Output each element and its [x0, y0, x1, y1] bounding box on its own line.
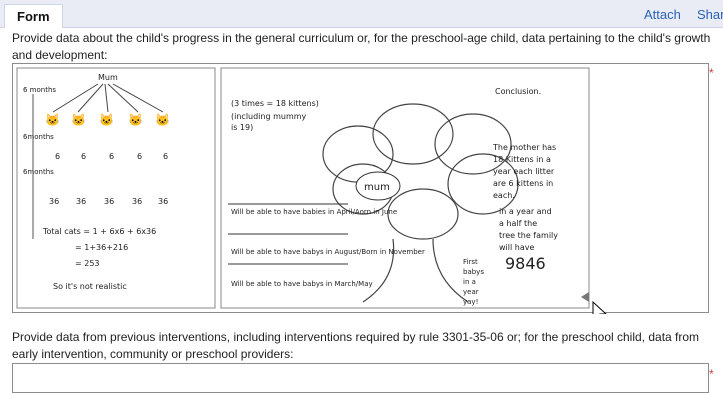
total-family-count: 9846 [505, 254, 546, 273]
share-link[interactable]: Shar [697, 7, 723, 22]
student-work-image: Mum 6 months 6months 6months 🐱 🐱 🐱 🐱 🐱 6 6 6 6… [16, 67, 608, 325]
svg-text:🐱: 🐱 [155, 113, 170, 127]
svg-text:tree the family: tree the family [499, 231, 558, 240]
left-top-label: Mum [98, 73, 118, 82]
svg-text:babys: babys [463, 268, 484, 276]
svg-text:First: First [463, 258, 478, 266]
mouse-cursor-icon [592, 300, 608, 325]
mum-label: mum [364, 182, 390, 193]
svg-text:year each litter: year each litter [493, 167, 555, 176]
svg-text:6: 6 [81, 152, 86, 161]
tab-form[interactable]: Form [4, 4, 63, 28]
svg-text:year: year [463, 288, 479, 296]
tab-bar: Form Attach Shar [0, 0, 723, 28]
required-indicator-2: * [709, 367, 714, 381]
svg-text:Will be able to have babys in: Will be able to have babys in August/Bor… [231, 248, 425, 256]
svg-text:36: 36 [49, 197, 59, 206]
left-row-1: 6 months [23, 86, 56, 94]
progress-attachment-field[interactable]: Mum 6 months 6months 6months 🐱 🐱 🐱 🐱 🐱 6 6 6 6… [12, 63, 709, 325]
sum-eq: = 1+36+216 [75, 243, 128, 252]
svg-text:🐱: 🐱 [99, 113, 114, 127]
svg-text:36: 36 [132, 197, 142, 206]
attach-link[interactable]: Attach [644, 7, 681, 22]
left-worksheet [16, 67, 216, 309]
svg-text:each.: each. [493, 191, 515, 200]
svg-text:in a year and: in a year and [499, 207, 552, 216]
svg-text:Will be able to have babies in: Will be able to have babies in April/Aor… [231, 208, 397, 216]
left-row-2: 6months [23, 133, 54, 141]
svg-text:18 Kittens in a: 18 Kittens in a [493, 155, 551, 164]
svg-text:36: 36 [158, 197, 168, 206]
interventions-field[interactable] [12, 363, 709, 393]
svg-text:The mother has: The mother has [492, 143, 556, 152]
svg-text:6: 6 [55, 152, 60, 161]
svg-text:6: 6 [137, 152, 142, 161]
svg-text:36: 36 [76, 197, 86, 206]
question-progress: Provide data about the child's progress … [12, 31, 711, 62]
svg-text:36: 36 [104, 197, 114, 206]
kittens-header: (3 times = 18 kittens) [231, 99, 319, 108]
is-nineteen: is 19) [231, 123, 253, 132]
result-eq: = 253 [75, 259, 100, 268]
svg-text:🐱: 🐱 [45, 113, 60, 127]
svg-text:🐱: 🐱 [71, 113, 86, 127]
svg-text:are 6 kittens in: are 6 kittens in [493, 179, 553, 188]
left-row-3: 6months [23, 168, 54, 176]
svg-text:6: 6 [109, 152, 114, 161]
right-conclusion: Conclusion. [495, 87, 541, 96]
total-cats-eq: Total cats = 1 + 6x6 + 6x36 [42, 227, 156, 236]
svg-text:6: 6 [163, 152, 168, 161]
including-mummy: (including mummy [231, 112, 307, 121]
svg-text:will have: will have [499, 243, 534, 252]
question-interventions: Provide data from previous interventions… [12, 330, 700, 361]
svg-text:a half the: a half the [499, 219, 537, 228]
svg-text:Will be able to have babys in: Will be able to have babys in March/May [231, 280, 373, 288]
svg-text:in a: in a [463, 278, 476, 286]
svg-text:🐱: 🐱 [128, 113, 143, 127]
svg-text:yay!: yay! [463, 298, 478, 306]
left-conclusion: So it's not realistic [53, 282, 127, 291]
required-indicator-1: * [709, 66, 714, 80]
